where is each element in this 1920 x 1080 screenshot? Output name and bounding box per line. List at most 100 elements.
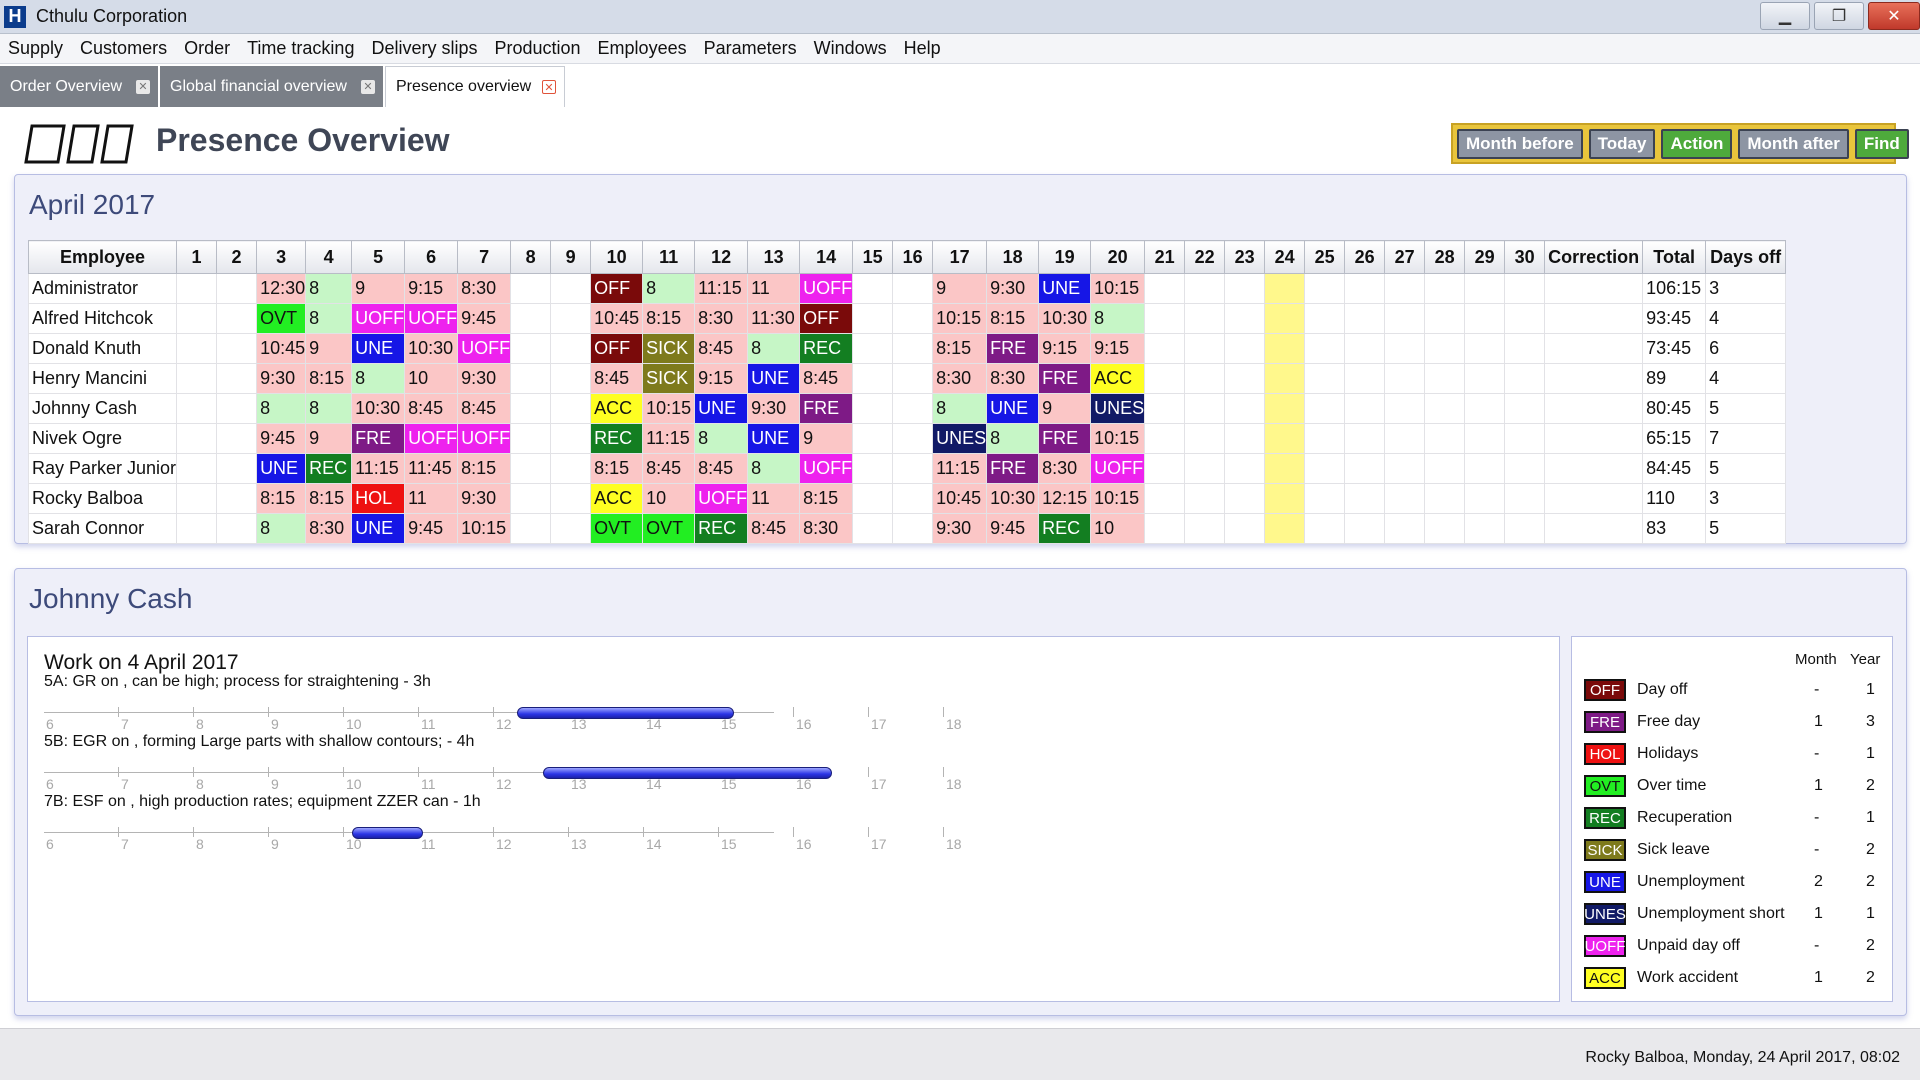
- day-cell[interactable]: [510, 273, 552, 304]
- day-cell[interactable]: 9:30: [747, 393, 801, 424]
- day-cell[interactable]: UOFF: [404, 423, 459, 454]
- day-cell[interactable]: [1224, 423, 1266, 454]
- column-header-day-23[interactable]: 23: [1224, 240, 1266, 274]
- day-cell[interactable]: [892, 513, 934, 544]
- day-cell[interactable]: [1424, 303, 1466, 334]
- day-cell[interactable]: [510, 453, 552, 484]
- day-cell[interactable]: OVT: [642, 513, 696, 544]
- day-cell[interactable]: [1264, 303, 1306, 334]
- day-cell[interactable]: [176, 273, 218, 304]
- day-cell[interactable]: [1464, 483, 1506, 514]
- column-header-day-4[interactable]: 4: [305, 240, 353, 274]
- day-cell[interactable]: [852, 363, 894, 394]
- day-cell[interactable]: OFF: [799, 303, 854, 334]
- day-cell[interactable]: [1504, 303, 1546, 334]
- day-cell[interactable]: [1384, 393, 1426, 424]
- day-cell[interactable]: [1504, 363, 1546, 394]
- day-cell[interactable]: [510, 423, 552, 454]
- day-cell[interactable]: [892, 363, 934, 394]
- day-cell[interactable]: [1224, 393, 1266, 424]
- day-cell[interactable]: 9: [305, 423, 353, 454]
- day-cell[interactable]: 9: [351, 273, 406, 304]
- day-cell[interactable]: [216, 453, 258, 484]
- day-cell[interactable]: [510, 483, 552, 514]
- day-cell[interactable]: 11: [404, 483, 459, 514]
- day-cell[interactable]: [216, 393, 258, 424]
- day-cell[interactable]: 11: [747, 273, 801, 304]
- day-cell[interactable]: 8:45: [747, 513, 801, 544]
- day-cell[interactable]: FRE: [799, 393, 854, 424]
- day-cell[interactable]: 8: [305, 393, 353, 424]
- day-cell[interactable]: 10:45: [590, 303, 644, 334]
- day-cell[interactable]: [1344, 273, 1386, 304]
- day-cell[interactable]: [216, 333, 258, 364]
- restore-button[interactable]: ❐: [1814, 2, 1864, 30]
- day-cell[interactable]: 9:30: [986, 273, 1040, 304]
- day-cell[interactable]: 8:30: [986, 363, 1040, 394]
- employee-name-cell[interactable]: Sarah Connor: [27, 513, 178, 544]
- day-cell[interactable]: 11: [747, 483, 801, 514]
- column-header-day-22[interactable]: 22: [1184, 240, 1226, 274]
- day-cell[interactable]: [892, 273, 934, 304]
- day-cell[interactable]: 10:15: [642, 393, 696, 424]
- column-header-day-11[interactable]: 11: [642, 240, 696, 274]
- day-cell[interactable]: UNE: [256, 453, 307, 484]
- column-header-day-7[interactable]: 7: [457, 240, 512, 274]
- day-cell[interactable]: [852, 303, 894, 334]
- day-cell[interactable]: [1144, 423, 1186, 454]
- employee-name-cell[interactable]: Rocky Balboa: [27, 483, 178, 514]
- close-window-button[interactable]: ✕: [1868, 2, 1920, 30]
- employee-name-cell[interactable]: Ray Parker Junior: [27, 453, 178, 484]
- day-cell[interactable]: 8:30: [457, 273, 512, 304]
- day-cell[interactable]: ACC: [590, 393, 644, 424]
- day-cell[interactable]: UNE: [986, 393, 1040, 424]
- column-header-day-9[interactable]: 9: [550, 240, 592, 274]
- day-cell[interactable]: [892, 303, 934, 334]
- task-bar[interactable]: [351, 827, 423, 839]
- day-cell[interactable]: [1264, 483, 1306, 514]
- column-header-day-27[interactable]: 27: [1384, 240, 1426, 274]
- day-cell[interactable]: [1144, 363, 1186, 394]
- day-cell[interactable]: 8:45: [404, 393, 459, 424]
- day-cell[interactable]: 9:15: [1038, 333, 1092, 364]
- day-cell[interactable]: [1504, 393, 1546, 424]
- table-row[interactable]: Alfred Hitchcok OVT 8 UOFF UOFF 9:45 10:45 8:15…: [27, 303, 1787, 334]
- day-cell[interactable]: 10:45: [932, 483, 988, 514]
- day-cell[interactable]: [1464, 303, 1506, 334]
- close-tab-icon[interactable]: ✕: [136, 79, 150, 94]
- day-cell[interactable]: 9:15: [1090, 333, 1146, 364]
- day-cell[interactable]: 10:15: [457, 513, 512, 544]
- day-cell[interactable]: [1304, 513, 1346, 544]
- day-cell[interactable]: [1184, 303, 1226, 334]
- day-cell[interactable]: [1144, 273, 1186, 304]
- day-cell[interactable]: [1184, 453, 1226, 484]
- day-cell[interactable]: 11:15: [932, 453, 988, 484]
- day-cell[interactable]: [1344, 393, 1386, 424]
- day-cell[interactable]: 8:45: [694, 453, 749, 484]
- day-cell[interactable]: REC: [694, 513, 749, 544]
- menu-production[interactable]: Production: [494, 38, 580, 59]
- day-cell[interactable]: 8:30: [694, 303, 749, 334]
- day-cell[interactable]: [1264, 393, 1306, 424]
- day-cell[interactable]: [1184, 363, 1226, 394]
- day-cell[interactable]: 8: [642, 273, 696, 304]
- day-cell[interactable]: [1264, 273, 1306, 304]
- day-cell[interactable]: [1344, 333, 1386, 364]
- day-cell[interactable]: [510, 333, 552, 364]
- day-cell[interactable]: UNE: [1038, 273, 1092, 304]
- day-cell[interactable]: 9: [305, 333, 353, 364]
- day-cell[interactable]: [1344, 363, 1386, 394]
- day-cell[interactable]: UOFF: [799, 453, 854, 484]
- day-cell[interactable]: 8:30: [799, 513, 854, 544]
- employee-name-cell[interactable]: Nivek Ogre: [27, 423, 178, 454]
- day-cell[interactable]: 8:15: [305, 483, 353, 514]
- day-cell[interactable]: [1384, 363, 1426, 394]
- table-row[interactable]: Donald Knuth 10:45 9 UNE 10:30 UOFF OFF SICK 8:4…: [27, 333, 1787, 364]
- day-cell[interactable]: 8:45: [799, 363, 854, 394]
- day-cell[interactable]: 8:15: [799, 483, 854, 514]
- day-cell[interactable]: [1464, 453, 1506, 484]
- day-cell[interactable]: 8:15: [932, 333, 988, 364]
- day-cell[interactable]: 9: [1038, 393, 1092, 424]
- day-cell[interactable]: FRE: [351, 423, 406, 454]
- day-cell[interactable]: [1224, 303, 1266, 334]
